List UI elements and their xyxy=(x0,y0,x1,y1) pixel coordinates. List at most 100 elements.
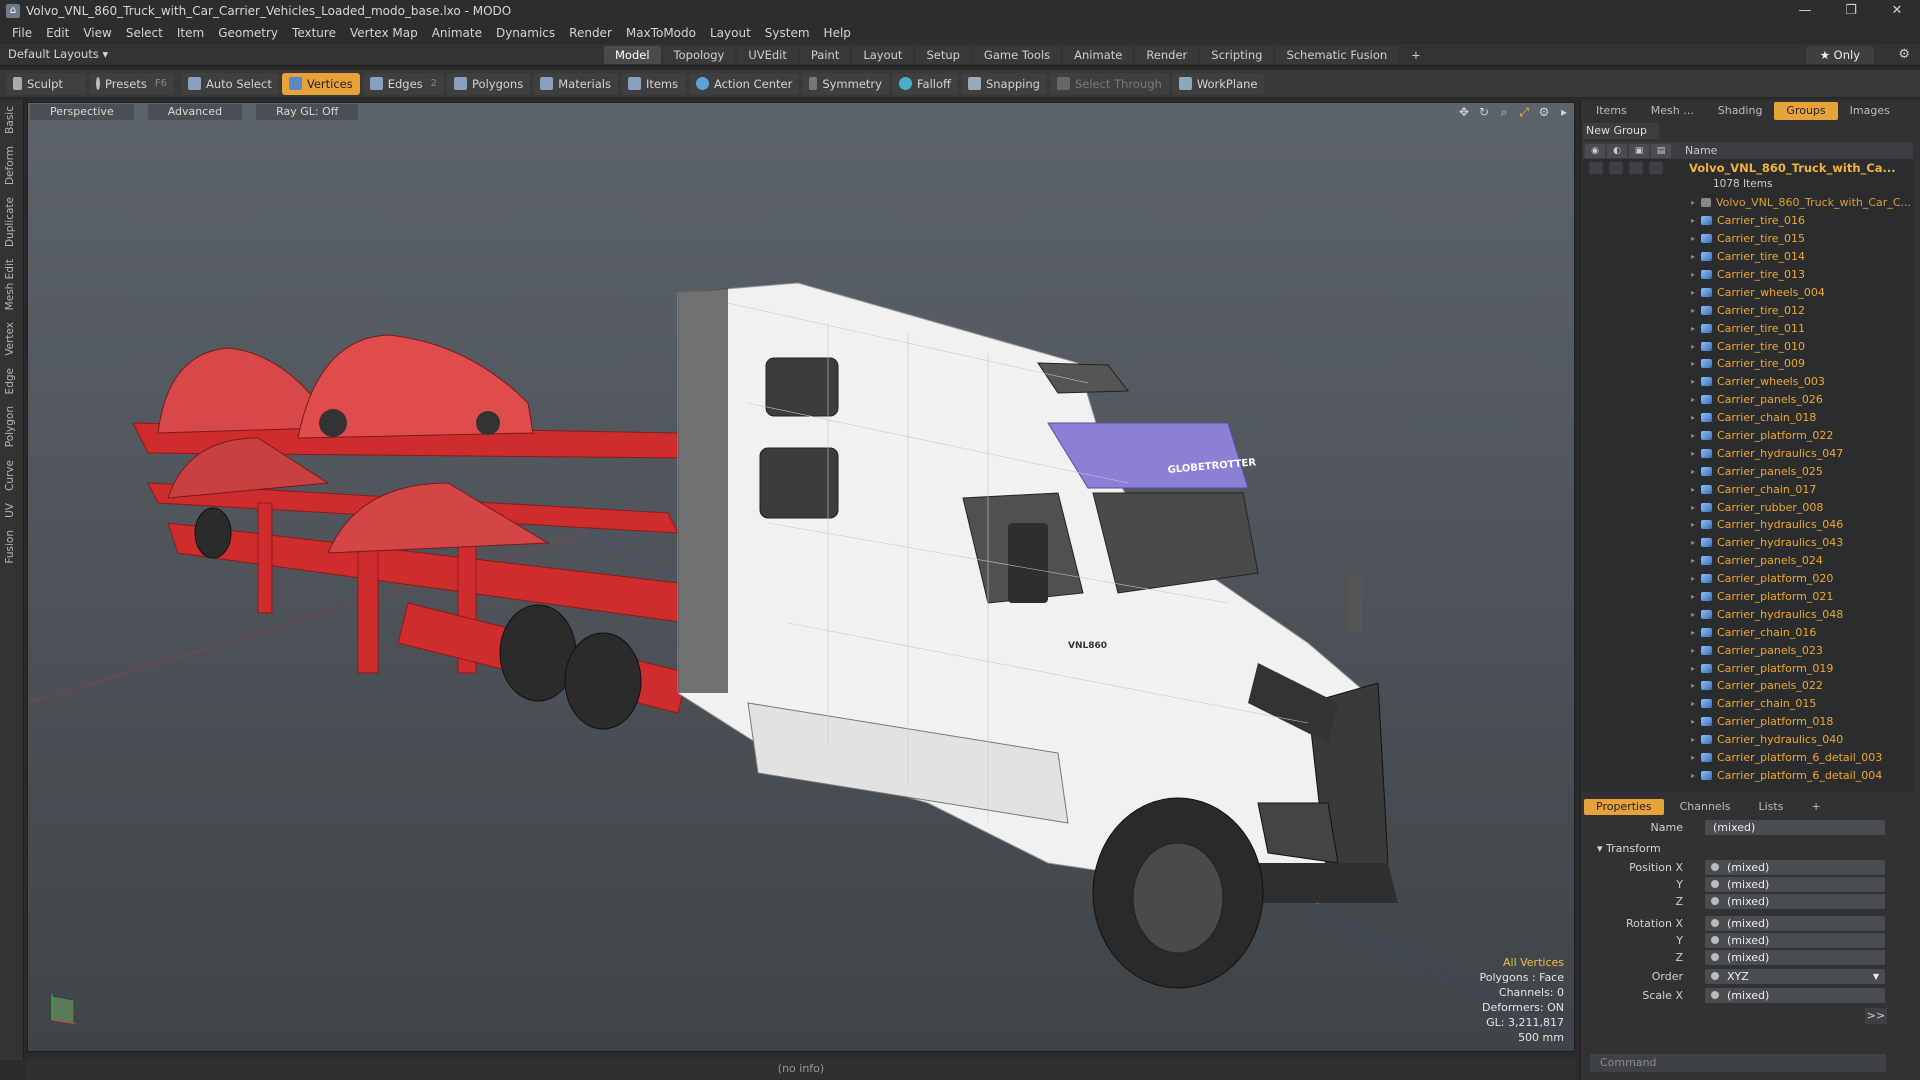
tab-scripting[interactable]: Scripting xyxy=(1200,46,1274,64)
strip-tab-deform[interactable]: Deform xyxy=(0,140,20,191)
expand-icon[interactable]: ▸ xyxy=(1691,503,1701,512)
eye-icon[interactable]: ◉ xyxy=(1585,143,1605,158)
layouts-dropdown[interactable]: Default Layouts ▾ xyxy=(8,47,108,61)
menu-animate[interactable]: Animate xyxy=(432,26,482,40)
list-item[interactable]: ▸ Carrier_hydraulics_048 xyxy=(1691,605,1911,623)
zoom-view-icon[interactable]: ⌕ xyxy=(1496,104,1512,120)
expand-icon[interactable]: ▸ xyxy=(1691,628,1701,637)
move-view-icon[interactable]: ✥ xyxy=(1456,104,1472,120)
menu-dynamics[interactable]: Dynamics xyxy=(496,26,555,40)
list-item[interactable]: ▸ Carrier_hydraulics_040 xyxy=(1691,731,1911,749)
tab-channels[interactable]: Channels xyxy=(1668,799,1743,815)
strip-tab-uv[interactable]: UV xyxy=(0,497,20,524)
select-through-button[interactable]: Select Through xyxy=(1049,72,1169,95)
strip-tab-curve[interactable]: Curve xyxy=(0,454,20,497)
list-item[interactable]: ▸ Carrier_hydraulics_043 xyxy=(1691,534,1911,552)
list-item[interactable]: ▸ Carrier_chain_016 xyxy=(1691,623,1911,641)
list-item[interactable]: ▸ Carrier_platform_020 xyxy=(1691,570,1911,588)
menu-select[interactable]: Select xyxy=(126,26,163,40)
expand-icon[interactable]: ▸ xyxy=(1691,324,1701,333)
expand-icon[interactable]: ▸ xyxy=(1691,467,1701,476)
strip-tab-edge[interactable]: Edge xyxy=(0,362,20,400)
tab-setup[interactable]: Setup xyxy=(915,46,971,64)
maximize-button[interactable]: ❐ xyxy=(1828,0,1874,22)
expand-icon[interactable]: ▸ xyxy=(1691,252,1701,261)
list-item[interactable]: ▸ Carrier_platform_019 xyxy=(1691,659,1911,677)
keyframe-dot-icon[interactable] xyxy=(1711,972,1719,980)
list-item[interactable]: ▸ Carrier_rubber_008 xyxy=(1691,498,1911,516)
list-item[interactable]: ▸ Carrier_panels_024 xyxy=(1691,552,1911,570)
fit-view-icon[interactable]: ⤢ xyxy=(1516,104,1532,120)
keyframe-dot-icon[interactable] xyxy=(1711,953,1719,961)
order-select[interactable]: XYZ ▼ xyxy=(1705,969,1885,984)
expand-icon[interactable]: ▸ xyxy=(1691,413,1701,422)
expand-icon[interactable]: ▸ xyxy=(1691,610,1701,619)
advanced-dropdown[interactable]: Advanced xyxy=(147,104,243,120)
menu-edit[interactable]: Edit xyxy=(46,26,69,40)
list-item[interactable]: ▸ Carrier_tire_013 xyxy=(1691,266,1911,284)
expand-icon[interactable]: ▸ xyxy=(1691,342,1701,351)
expand-icon[interactable]: ▸ xyxy=(1691,771,1701,780)
name-column-header[interactable]: Name xyxy=(1683,144,1717,157)
rotate-view-icon[interactable]: ↻ xyxy=(1476,104,1492,120)
root-eye-toggle[interactable] xyxy=(1589,162,1603,174)
expand-icon[interactable]: ▸ xyxy=(1691,592,1701,601)
group-root-item[interactable]: Volvo_VNL_860_Truck_with_Ca... xyxy=(1689,161,1896,175)
list-item[interactable]: ▸ Carrier_tire_016 xyxy=(1691,212,1911,230)
list-item[interactable]: ▸ Carrier_platform_018 xyxy=(1691,713,1911,731)
tab-groups[interactable]: Groups xyxy=(1774,102,1838,120)
strip-tab-polygon[interactable]: Polygon xyxy=(0,400,20,453)
keyframe-dot-icon[interactable] xyxy=(1711,880,1719,888)
strip-tab-basic[interactable]: Basic xyxy=(0,100,20,140)
tab-schematic-fusion[interactable]: Schematic Fusion xyxy=(1275,46,1399,64)
keyframe-dot-icon[interactable] xyxy=(1711,863,1719,871)
expand-icon[interactable]: ▸ xyxy=(1691,556,1701,565)
tab-lists[interactable]: Lists xyxy=(1747,799,1796,815)
workplane-button[interactable]: WorkPlane xyxy=(1171,72,1265,95)
keyframe-dot-icon[interactable] xyxy=(1711,936,1719,944)
strip-tab-mesh-edit[interactable]: Mesh Edit xyxy=(0,253,20,316)
list-item[interactable]: ▸ Carrier_chain_015 xyxy=(1691,695,1911,713)
strip-tab-vertex[interactable]: Vertex xyxy=(0,316,20,362)
viewport-expand-icon[interactable]: ▸ xyxy=(1556,104,1572,120)
expand-icon[interactable]: ▸ xyxy=(1691,216,1701,225)
root-select-toggle[interactable] xyxy=(1649,162,1663,174)
list-item[interactable]: ▸ Carrier_platform_022 xyxy=(1691,427,1911,445)
3d-viewport[interactable]: GLOBETROTTER VNL860 xyxy=(27,102,1575,1052)
list-item[interactable]: ▸ Carrier_panels_026 xyxy=(1691,391,1911,409)
list-item[interactable]: ▸ Volvo_VNL_860_Truck_with_Car_C... xyxy=(1691,194,1911,212)
menu-item[interactable]: Item xyxy=(177,26,204,40)
sculpt-button[interactable]: Sculpt xyxy=(6,72,86,95)
tab-animate[interactable]: Animate xyxy=(1063,46,1134,64)
list-item[interactable]: ▸ Carrier_platform_021 xyxy=(1691,588,1911,606)
list-item[interactable]: ▸ Carrier_wheels_003 xyxy=(1691,373,1911,391)
list-item[interactable]: ▸ Carrier_tire_011 xyxy=(1691,319,1911,337)
list-item[interactable]: ▸ Carrier_tire_010 xyxy=(1691,337,1911,355)
tab-shading[interactable]: Shading xyxy=(1706,102,1775,120)
tab-topology[interactable]: Topology xyxy=(662,46,736,64)
keyframe-dot-icon[interactable] xyxy=(1711,897,1719,905)
items-button[interactable]: Items xyxy=(620,72,686,95)
rotation-y-field[interactable]: (mixed) xyxy=(1705,933,1885,948)
position-z-field[interactable]: (mixed) xyxy=(1705,894,1885,909)
presets-button[interactable]: Presets F6 xyxy=(89,72,174,95)
expand-icon[interactable]: ▸ xyxy=(1691,431,1701,440)
expand-icon[interactable]: ▸ xyxy=(1691,646,1701,655)
list-item[interactable]: ▸ Carrier_tire_012 xyxy=(1691,301,1911,319)
expand-icon[interactable]: ▸ xyxy=(1691,234,1701,243)
gear-icon[interactable]: ⚙ xyxy=(1898,47,1910,62)
add-properties-tab-button[interactable]: + xyxy=(1799,799,1832,815)
tab-game-tools[interactable]: Game Tools xyxy=(972,46,1062,64)
strip-tab-duplicate[interactable]: Duplicate xyxy=(0,191,20,253)
rotation-x-field[interactable]: (mixed) xyxy=(1705,916,1885,931)
expand-icon[interactable]: ▸ xyxy=(1691,574,1701,583)
command-input[interactable]: Command xyxy=(1590,1054,1886,1072)
menu-system[interactable]: System xyxy=(765,26,810,40)
expand-icon[interactable]: ▸ xyxy=(1691,449,1701,458)
strip-tab-fusion[interactable]: Fusion xyxy=(0,524,20,570)
only-toggle[interactable]: ★ Only xyxy=(1805,46,1874,64)
list-item[interactable]: ▸ Carrier_hydraulics_046 xyxy=(1691,516,1911,534)
expand-icon[interactable]: ▸ xyxy=(1691,395,1701,404)
action-center-button[interactable]: Action Center xyxy=(688,72,800,95)
materials-button[interactable]: Materials xyxy=(533,72,618,95)
